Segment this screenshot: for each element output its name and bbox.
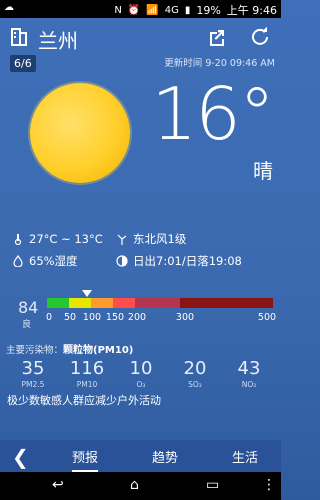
- weather-notification-icon: ☁: [4, 2, 14, 13]
- temperature-range: 27°C ~ 13°C: [29, 232, 103, 246]
- network-icon: 4G: [164, 4, 179, 16]
- status-time: 上午 9:46: [226, 4, 277, 17]
- tab-forecast[interactable]: 预报: [72, 447, 99, 473]
- city-icon: [11, 28, 27, 46]
- pollutant-value: 颗粒物(PM10): [63, 345, 134, 356]
- aqi-level: 良: [22, 320, 32, 330]
- metric-no2: 43 NO₂: [222, 358, 276, 389]
- current-temperature: 16°: [151, 72, 275, 156]
- aqi-tick: 0: [45, 312, 53, 323]
- aqi-tick: 500: [257, 312, 277, 323]
- recents-icon[interactable]: ▭: [206, 477, 219, 493]
- aqi-tick: 100: [82, 312, 102, 323]
- metric-label: PM2.5: [21, 380, 45, 389]
- aqi-segment: [91, 298, 113, 308]
- title-bar: 兰州: [0, 18, 281, 56]
- share-icon[interactable]: [207, 27, 227, 47]
- aqi-segment: [69, 298, 91, 308]
- aqi-tick: 200: [127, 312, 147, 323]
- aqi-tick: 50: [63, 312, 77, 323]
- sunrise-sunset: 日出7:01/日落19:08: [133, 254, 242, 268]
- humidity-icon: [13, 255, 23, 267]
- status-bar: ☁ N ⏰ 📶 4G ▮ 19% 上午 9:46: [0, 0, 281, 18]
- aqi-segment: [47, 298, 69, 308]
- page-indicator: 6/6: [10, 55, 36, 72]
- back-arrow-icon[interactable]: ❮: [12, 445, 29, 469]
- health-advice: 极少数敏感人群应减少户外活动: [7, 394, 161, 407]
- update-time: 更新时间 9-20 09:46 AM: [164, 58, 275, 69]
- status-icons: N ⏰ 📶 4G ▮ 19% 上午 9:46: [114, 2, 277, 18]
- back-icon[interactable]: ↩: [52, 477, 64, 493]
- tab-trend[interactable]: 趋势: [152, 447, 178, 466]
- pollutant-metrics: 35 PM2.5 116 PM10 10 O₃ 20 SO₂ 43 NO₂: [6, 358, 276, 394]
- aqi-segment: [180, 298, 273, 308]
- bottom-tab-bar: ❮ 预报 趋势 生活: [0, 440, 281, 473]
- metric-value: 116: [69, 358, 105, 379]
- menu-icon[interactable]: ⋮: [262, 477, 276, 493]
- home-icon[interactable]: ⌂: [130, 477, 139, 493]
- primary-pollutant: 主要污染物：颗粒物(PM10): [6, 341, 133, 356]
- pollutant-label: 主要污染物：: [6, 345, 64, 356]
- sun-icon: [30, 83, 130, 183]
- metric-value: 10: [129, 358, 153, 379]
- aqi-tick: 300: [175, 312, 195, 323]
- signal-icon: ▮: [184, 4, 191, 16]
- weather-details: 27°C ~ 13°C 东北风1级 65%湿度 日出7:01/日落19:08: [12, 230, 272, 270]
- aqi-segment: [113, 298, 135, 308]
- metric-value: 20: [183, 358, 207, 379]
- wind-turbine-icon: [117, 234, 127, 245]
- aqi-tick: 150: [105, 312, 125, 323]
- metric-value: 43: [237, 358, 261, 379]
- metric-o3: 10 O₃: [114, 358, 168, 389]
- metric-label: SO₂: [188, 380, 202, 389]
- battery-percentage: 19%: [196, 3, 221, 17]
- aqi-marker: [82, 290, 92, 297]
- metric-label: PM10: [76, 380, 98, 389]
- thermometer-icon: [14, 234, 22, 245]
- sun-moon-icon: [116, 255, 128, 267]
- metric-pm10: 116 PM10: [60, 358, 114, 389]
- refresh-icon[interactable]: [250, 27, 270, 47]
- city-name[interactable]: 兰州: [38, 25, 78, 54]
- aqi-scale-bar: [47, 298, 273, 308]
- metric-label: NO₂: [241, 380, 257, 389]
- metric-so2: 20 SO₂: [168, 358, 222, 389]
- metric-label: O₃: [136, 380, 146, 389]
- wifi-icon: 📶: [146, 4, 159, 16]
- metric-pm25: 35 PM2.5: [6, 358, 60, 389]
- alarm-icon: ⏰: [127, 4, 141, 16]
- humidity: 65%湿度: [29, 254, 78, 268]
- wind: 东北风1级: [133, 232, 187, 246]
- aqi-segment: [135, 298, 180, 308]
- metric-value: 35: [21, 358, 45, 379]
- weather-condition: 晴: [253, 159, 273, 183]
- tab-life[interactable]: 生活: [232, 447, 258, 466]
- aqi-value: 84: [18, 298, 39, 317]
- nfc-icon: N: [114, 4, 122, 16]
- system-nav-bar: ↩ ⌂ ▭ ⋮: [0, 472, 281, 500]
